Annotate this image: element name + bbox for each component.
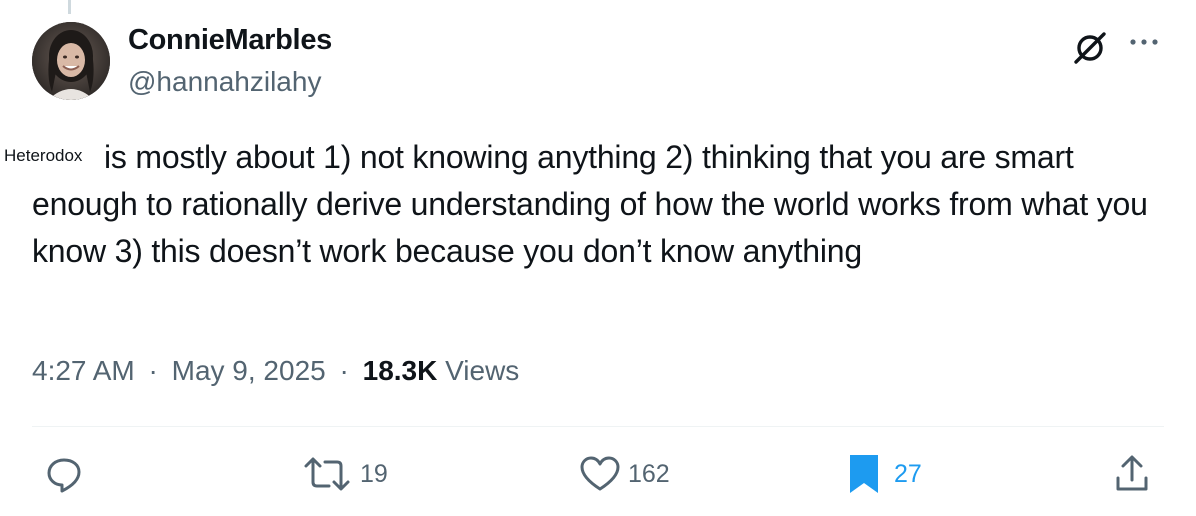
reply-icon <box>47 458 81 493</box>
grok-icon[interactable] <box>1070 28 1110 68</box>
divider <box>32 426 1164 427</box>
user-handle[interactable]: @hannahzilahy <box>128 66 321 98</box>
heart-icon <box>580 456 620 491</box>
share-icon <box>1116 455 1148 491</box>
avatar[interactable] <box>32 22 110 100</box>
meta-separator: · <box>148 355 158 386</box>
retweet-button[interactable]: 19 <box>300 452 388 496</box>
share-button[interactable] <box>1112 452 1152 496</box>
like-count: 162 <box>628 459 670 488</box>
like-button[interactable]: 162 <box>578 452 670 496</box>
tweet-detail: ConnieMarbles @hannahzilahy Heterodox is… <box>0 0 1196 516</box>
tweet-meta: 4:27 AM · May 9, 2025 · 18.3K Views <box>32 355 519 387</box>
meta-separator: · <box>339 355 349 386</box>
bookmark-icon <box>850 455 878 493</box>
tweet-date[interactable]: May 9, 2025 <box>172 355 326 386</box>
display-name[interactable]: ConnieMarbles <box>128 24 332 57</box>
views-label: Views <box>445 355 520 386</box>
thread-connector-line <box>68 0 71 14</box>
retweet-icon <box>304 457 350 491</box>
reply-button[interactable] <box>42 452 86 496</box>
tweet-time[interactable]: 4:27 AM <box>32 355 135 386</box>
more-options-icon[interactable] <box>1124 28 1164 68</box>
views-count: 18.3K <box>362 355 438 386</box>
tweet-text: is mostly about 1) not knowing anything … <box>32 139 1148 269</box>
retweet-count: 19 <box>360 459 388 488</box>
bookmark-count: 27 <box>894 459 922 488</box>
bookmark-button[interactable]: 27 <box>846 452 922 496</box>
